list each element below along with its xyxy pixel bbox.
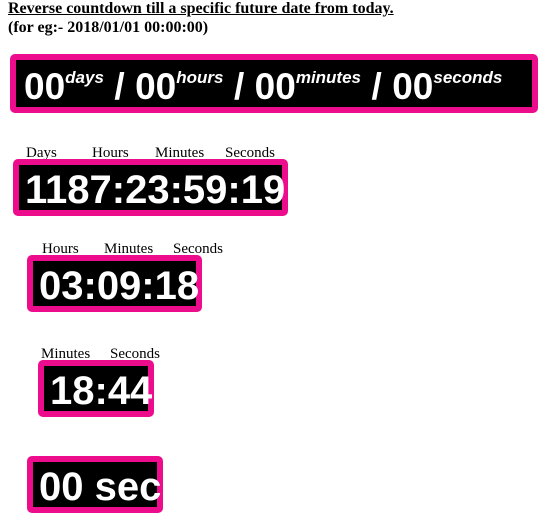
- countdown-seconds: 00 sec: [27, 456, 163, 513]
- countdown-full: 00days / 00hours / 00minutes / 00seconds: [10, 54, 538, 113]
- minutes-value: 00: [254, 66, 296, 107]
- minutes-unit: minutes: [295, 68, 362, 87]
- days-unit: days: [65, 68, 104, 87]
- countdown-ms: 18:44: [38, 360, 154, 417]
- page-title: Reverse countdown till a specific future…: [8, 0, 394, 17]
- hours-unit: hours: [176, 68, 224, 87]
- seconds-unit: seconds: [433, 68, 503, 87]
- separator: /: [371, 66, 382, 107]
- countdown-dhms: 1187:23:59:19: [13, 159, 288, 216]
- days-value: 00: [24, 66, 66, 107]
- countdown-hms: 03:09:18: [27, 255, 202, 312]
- hours-value: 00: [135, 66, 177, 107]
- separator: /: [114, 66, 125, 107]
- page-subtitle: (for eg:- 2018/01/01 00:00:00): [8, 19, 209, 36]
- seconds-value: 00: [392, 66, 434, 107]
- separator: /: [233, 66, 245, 107]
